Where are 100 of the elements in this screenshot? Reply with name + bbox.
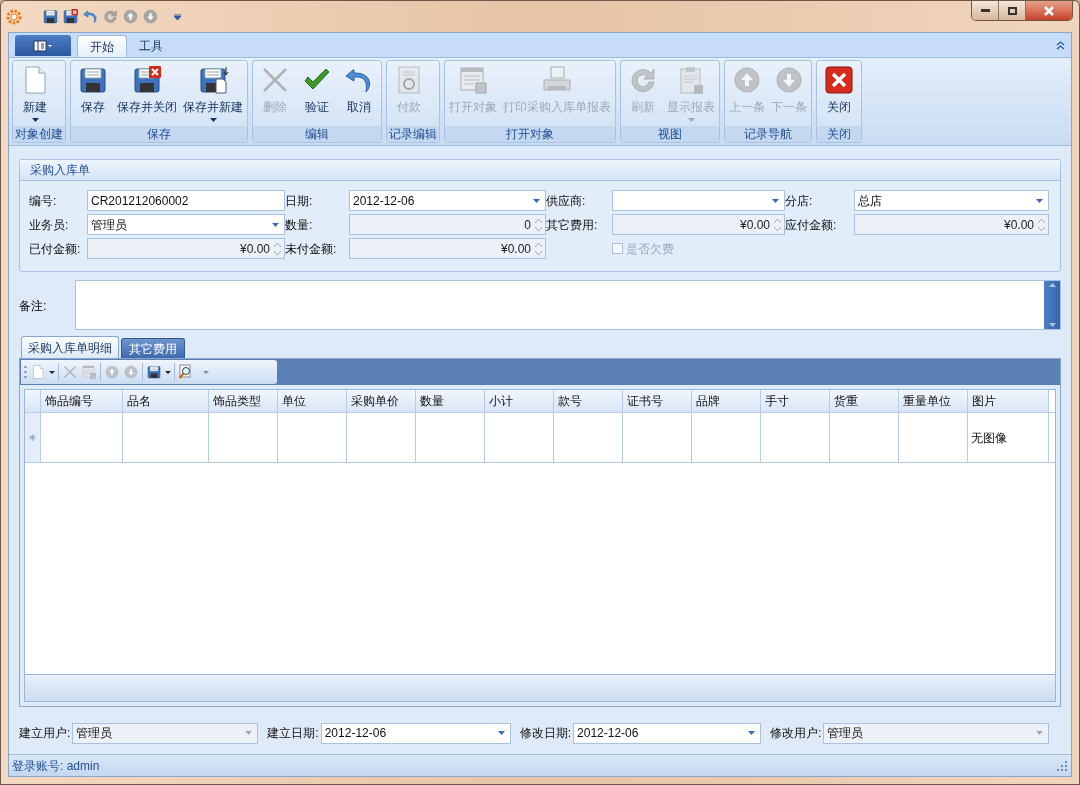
field-label: 其它费用: [546, 216, 599, 234]
scroll-up-icon[interactable] [1048, 283, 1056, 287]
scroll-down-icon[interactable] [1048, 323, 1056, 327]
resize-grip-icon[interactable] [1057, 760, 1067, 771]
dropdown-caret-icon[interactable] [772, 198, 779, 203]
status-text: 登录账号: admin [12, 757, 101, 775]
column-header[interactable]: 手寸 [761, 390, 830, 412]
ribbon-button[interactable]: 验证 [296, 64, 338, 126]
column-header[interactable]: 单位 [278, 390, 347, 412]
toolbar-grip-icon[interactable] [24, 365, 27, 379]
down-arrow-circle-icon[interactable] [142, 8, 159, 25]
caret-icon [687, 118, 695, 122]
field-label: 业务员: [29, 216, 70, 234]
up-arrow-circle-icon[interactable] [122, 8, 139, 25]
dropdown-field[interactable] [612, 190, 785, 211]
table-window-icon [457, 64, 489, 96]
caret-icon [209, 118, 217, 122]
floppy-disk-page-icon [197, 64, 229, 96]
caret-icon[interactable] [49, 370, 55, 374]
app-gear-icon[interactable] [5, 7, 23, 26]
input-field[interactable]: CR201212060002 [87, 190, 285, 211]
remarks-field[interactable] [75, 280, 1061, 330]
x-mark-icon[interactable] [62, 364, 78, 380]
dropdown-caret-icon[interactable] [497, 731, 505, 735]
dropdown-caret-icon[interactable] [533, 198, 540, 203]
groupbox-title: 采购入库单 [30, 162, 90, 179]
collapse-ribbon-icon[interactable] [1056, 41, 1065, 50]
ribbon-group-label: 打开对象 [445, 126, 615, 142]
column-header[interactable]: 饰品类型 [209, 390, 278, 412]
field-label: 修改日期: [519, 725, 572, 742]
dropdown-field[interactable]: 2012-12-06 [320, 722, 511, 744]
minimize-button[interactable] [972, 1, 999, 20]
ribbon-group-label: 编辑 [253, 126, 381, 142]
close-icon [823, 64, 855, 96]
magnifier-icon[interactable] [178, 364, 194, 380]
field-label: 建立用户: [19, 725, 71, 742]
detail-tab[interactable]: 采购入库单明细 [21, 336, 119, 358]
detail-tab[interactable]: 其它费用 [121, 338, 185, 358]
ribbon-button[interactable]: 保存并新建 [180, 64, 246, 126]
customize-toolbar-icon[interactable] [174, 13, 181, 20]
table-cell[interactable]: 无图像 [968, 413, 1049, 462]
field-label: 分店: [785, 192, 814, 210]
field-label: 已付金额: [29, 240, 82, 258]
field-label: 编号: [29, 192, 58, 210]
ribbon-tab[interactable]: 开始 [77, 35, 127, 57]
column-header[interactable]: 数量 [416, 390, 485, 412]
field-label: 修改用户: [770, 725, 822, 742]
menu-icon [33, 39, 53, 52]
column-header[interactable]: 采购单价 [347, 390, 416, 412]
field-label: 建立日期: [267, 725, 319, 742]
dropdown-field[interactable]: 2012-12-06 [573, 722, 762, 744]
dropdown-field[interactable]: 总店 [854, 190, 1049, 211]
ribbon-group-label: 对象创建 [13, 126, 65, 142]
ribbon-group-label: 记录导航 [725, 126, 811, 142]
close-icon [1043, 5, 1055, 16]
ribbon-button[interactable]: 保存 [72, 64, 114, 126]
ribbon-button[interactable]: 新建 [14, 64, 56, 126]
maximize-button[interactable] [999, 1, 1026, 20]
ribbon-group-label: 关闭 [817, 126, 861, 142]
ribbon-group-label: 保存 [71, 126, 247, 142]
ribbon-button[interactable]: 关闭 [818, 64, 860, 126]
table-window-icon[interactable] [81, 364, 97, 380]
ribbon-tab[interactable]: 工具 [127, 35, 175, 57]
column-header[interactable]: 货重 [830, 390, 899, 412]
close-button[interactable] [1026, 1, 1072, 20]
ribbon-group-label: 视图 [621, 126, 719, 142]
dropdown-caret-icon[interactable] [1036, 198, 1043, 203]
floppy-disk-x-icon[interactable] [62, 8, 79, 25]
ribbon-button[interactable]: 取消 [338, 64, 380, 126]
dropdown-field[interactable]: 管理员 [87, 214, 285, 235]
down-arrow-circle-icon[interactable] [123, 364, 139, 380]
remarks-label: 备注: [19, 298, 48, 315]
column-header[interactable]: 重量单位 [899, 390, 968, 412]
floppy-disk-x-icon [131, 64, 163, 96]
column-header[interactable]: 证书号 [623, 390, 692, 412]
caret-icon [31, 118, 39, 122]
column-header[interactable]: 图片 [968, 390, 1049, 412]
up-arrow-circle-icon[interactable] [104, 364, 120, 380]
field-label: 日期: [285, 192, 314, 210]
column-header[interactable]: 品牌 [692, 390, 761, 412]
scrollbar[interactable] [1044, 281, 1060, 329]
dropdown-field[interactable]: 2012-12-06 [349, 190, 546, 211]
column-header[interactable]: 款号 [554, 390, 623, 412]
field-label: 数量: [285, 216, 314, 234]
dropdown-caret-icon[interactable] [272, 222, 279, 227]
column-header[interactable]: 饰品编号 [41, 390, 123, 412]
new-row-asterisk-icon [29, 434, 36, 441]
ribbon-button[interactable]: 保存并关闭 [114, 64, 180, 126]
down-arrow-circle-icon [773, 64, 805, 96]
field-label: 应付金额: [785, 216, 838, 234]
dropdown-caret-icon[interactable] [748, 731, 756, 735]
refresh-icon[interactable] [102, 8, 119, 25]
caret-icon[interactable] [165, 370, 171, 374]
field-label: 供应商: [546, 192, 587, 210]
field-label: 未付金额: [285, 240, 338, 258]
column-header[interactable]: 小计 [485, 390, 554, 412]
ribbon-group-label: 记录编辑 [387, 126, 439, 142]
column-header[interactable]: 品名 [123, 390, 209, 412]
app-menu-button[interactable] [15, 35, 71, 56]
up-arrow-circle-icon [731, 64, 763, 96]
